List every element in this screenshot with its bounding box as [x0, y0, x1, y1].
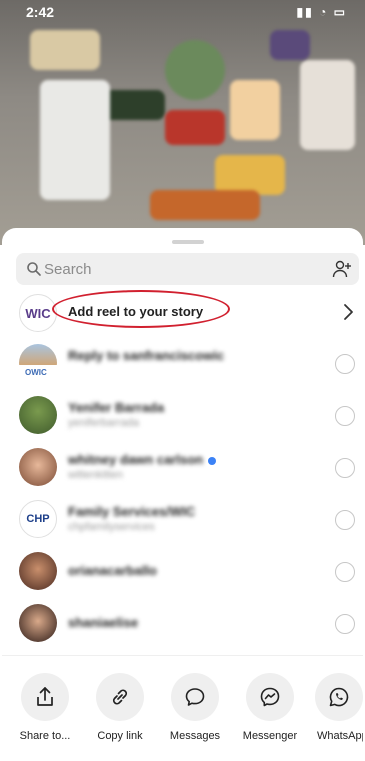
avatar: OWIC: [19, 344, 57, 382]
messenger-button[interactable]: Messenger: [235, 673, 305, 742]
bg-shape: [40, 80, 110, 200]
select-radio[interactable]: [335, 406, 355, 426]
contact-name: Family Services/WIC: [68, 504, 196, 519]
avatar-label: CHP: [26, 513, 50, 525]
bg-shape: [300, 60, 355, 150]
messenger-icon: [260, 687, 280, 707]
status-icons: ▮▮ ◔ ▭: [296, 5, 347, 19]
messenger-circle[interactable]: [246, 673, 294, 721]
logo-text: WIC: [25, 305, 51, 321]
whatsapp-button[interactable]: WhatsApp: [305, 673, 363, 742]
reel-background: [0, 0, 365, 245]
status-bar: 2:42 ▮▮ ◔ ▭: [0, 2, 365, 22]
status-time: 2:42: [26, 4, 55, 20]
add-reel-label: Add reel to your story: [68, 304, 204, 319]
contact-row[interactable]: CHP Family Services/WIC chpfamilyservice…: [16, 494, 359, 546]
wic-logo-avatar: WIC: [19, 294, 57, 332]
bg-shape: [30, 30, 100, 70]
chevron-right-icon: [344, 304, 353, 320]
message-bubble-icon: [185, 688, 205, 706]
contact-row[interactable]: Yenifer Barrada yeniferbarrada: [16, 390, 359, 442]
share-actions: Share to... Copy link Messages Messenger…: [2, 673, 363, 753]
bg-shape: [270, 30, 310, 60]
action-label: Messages: [169, 730, 221, 742]
bg-shape: [230, 80, 280, 140]
search-input[interactable]: [44, 253, 304, 285]
share-to-circle[interactable]: [21, 673, 69, 721]
select-radio[interactable]: [335, 510, 355, 530]
avatar: [19, 448, 57, 486]
sheet-grabber[interactable]: [172, 240, 204, 244]
bg-shape: [215, 155, 285, 195]
action-label: Share to...: [19, 730, 71, 742]
avatar-label: OWIC: [25, 368, 47, 377]
contact-row[interactable]: OWIC Reply to sanfranciscowic: [16, 338, 359, 390]
contact-row[interactable]: whitney dawn carlson wittenkitten: [16, 442, 359, 494]
select-radio[interactable]: [335, 458, 355, 478]
select-radio[interactable]: [335, 562, 355, 582]
action-label: Messenger: [242, 730, 298, 742]
add-reel-to-story-row[interactable]: WIC Add reel to your story: [16, 288, 359, 340]
select-radio[interactable]: [335, 614, 355, 634]
bg-shape: [150, 190, 260, 220]
share-icon: [37, 687, 53, 706]
copy-link-button[interactable]: Copy link: [85, 673, 155, 742]
avatar: [19, 552, 57, 590]
contact-row[interactable]: orianacarballo: [16, 546, 359, 598]
contact-name: Reply to sanfranciscowic: [68, 348, 225, 363]
messages-circle[interactable]: [171, 673, 219, 721]
action-label: Copy link: [97, 730, 143, 742]
action-label: WhatsApp: [317, 730, 363, 742]
contact-username: chpfamilyservices: [68, 521, 155, 533]
messages-button[interactable]: Messages: [160, 673, 230, 742]
avatar: [19, 604, 57, 642]
avatar: [19, 396, 57, 434]
copy-link-circle[interactable]: [96, 673, 144, 721]
contact-name: shaniaelise: [68, 615, 139, 630]
share-to-button[interactable]: Share to...: [10, 673, 80, 742]
select-radio[interactable]: [335, 354, 355, 374]
avatar: CHP: [19, 500, 57, 538]
contact-name: whitney dawn carlson: [68, 452, 204, 467]
contact-username: yeniferbarrada: [68, 417, 139, 429]
search-icon: [27, 262, 41, 276]
contact-name-wrap: whitney dawn carlson: [68, 452, 217, 467]
link-icon: [112, 689, 128, 705]
verified-badge-icon: [208, 456, 217, 465]
contact-username: wittenkitten: [68, 469, 124, 481]
add-people-icon[interactable]: [331, 258, 353, 280]
divider: [2, 655, 363, 656]
whatsapp-circle[interactable]: [315, 673, 363, 721]
share-sheet: WIC Add reel to your story OWIC Reply to…: [2, 228, 363, 761]
contact-row[interactable]: shaniaelise: [16, 598, 359, 650]
whatsapp-icon: [329, 687, 349, 707]
bg-shape: [165, 40, 225, 100]
contact-name: orianacarballo: [68, 563, 157, 578]
search-bar[interactable]: [16, 253, 359, 285]
bg-shape: [165, 110, 225, 145]
contact-name: Yenifer Barrada: [68, 400, 165, 415]
